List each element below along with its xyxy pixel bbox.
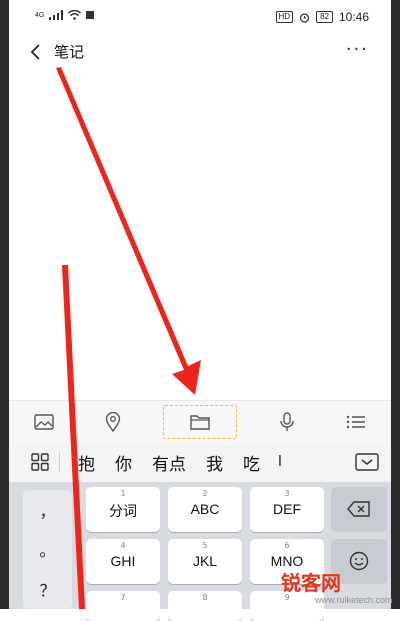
key-5[interactable]: 5 JKL: [168, 539, 242, 584]
alarm-icon: [299, 12, 310, 23]
battery-indicator: 82: [316, 11, 333, 23]
key-2[interactable]: 2 ABC: [168, 487, 242, 532]
signal-icon: [49, 10, 64, 20]
key-7[interactable]: 7: [86, 591, 160, 621]
location-pin-icon: [105, 412, 120, 432]
key-label: DEF: [273, 501, 301, 517]
more-options-icon[interactable]: ···: [346, 39, 369, 60]
ime-candidate-bar: 抱 你 有点 我 吃 l: [9, 442, 391, 482]
key-8[interactable]: 8: [168, 591, 242, 621]
backspace-icon: [347, 501, 370, 517]
divider: [59, 452, 60, 472]
folder-icon: [190, 415, 210, 430]
key-number: 3: [284, 489, 290, 498]
microphone-icon: [280, 412, 294, 431]
punctuation-column[interactable]: ， 。 ？: [23, 490, 72, 609]
key-number: 2: [202, 489, 208, 498]
key-number: 5: [202, 541, 208, 550]
clock: 10:46: [338, 10, 369, 24]
chevron-left-icon[interactable]: [29, 42, 43, 62]
candidate-word[interactable]: 抱: [78, 450, 95, 475]
status-bar: 4G HD 82 10:46: [9, 0, 391, 34]
insert-folder-button[interactable]: [162, 405, 237, 439]
candidate-word[interactable]: 你: [115, 450, 132, 475]
image-icon: [33, 414, 54, 430]
list-icon: [347, 415, 366, 429]
grid-menu-icon[interactable]: [31, 453, 49, 471]
editor-toolbar: [9, 400, 391, 443]
candidate-word[interactable]: 吃: [243, 450, 260, 475]
backspace-key[interactable]: [331, 487, 387, 532]
key-label: JKL: [192, 553, 218, 569]
insert-image-button[interactable]: [25, 407, 63, 437]
app-header: 笔记 ···: [9, 34, 391, 68]
key-3[interactable]: 3 DEF: [250, 487, 324, 532]
key-1[interactable]: 1 分词: [86, 487, 160, 532]
collapse-keyboard-icon[interactable]: [355, 453, 379, 471]
notification-square-icon: [86, 11, 95, 19]
candidate-word[interactable]: 我: [206, 450, 223, 475]
candidate-word[interactable]: l: [278, 454, 282, 470]
punct-key[interactable]: ？: [39, 577, 55, 601]
key-number: 4: [120, 541, 126, 550]
watermark-url: www.ruiketech.com: [315, 595, 393, 605]
page-title: 笔记: [54, 43, 85, 61]
key-label: 分词: [109, 504, 137, 520]
wifi-icon: [68, 10, 82, 20]
voice-input-button[interactable]: [268, 407, 306, 437]
key-label: ABC: [190, 501, 220, 517]
key-number: 6: [284, 541, 290, 550]
watermark-logo: 锐客网: [281, 571, 341, 595]
network-label: 4G: [35, 11, 45, 19]
insert-location-button[interactable]: [94, 407, 132, 437]
key-number: 7: [120, 593, 126, 602]
punct-key[interactable]: ，: [39, 498, 55, 522]
emoji-icon: [349, 551, 369, 571]
hd-badge: HD: [275, 11, 294, 23]
list-format-button[interactable]: [337, 407, 375, 437]
punct-key[interactable]: 。: [39, 537, 55, 561]
candidate-word[interactable]: 有点: [152, 450, 186, 475]
key-number: 8: [202, 593, 208, 602]
key-number: 1: [120, 489, 126, 498]
key-4[interactable]: 4 GHI: [86, 539, 160, 584]
key-label: GHI: [110, 553, 136, 569]
